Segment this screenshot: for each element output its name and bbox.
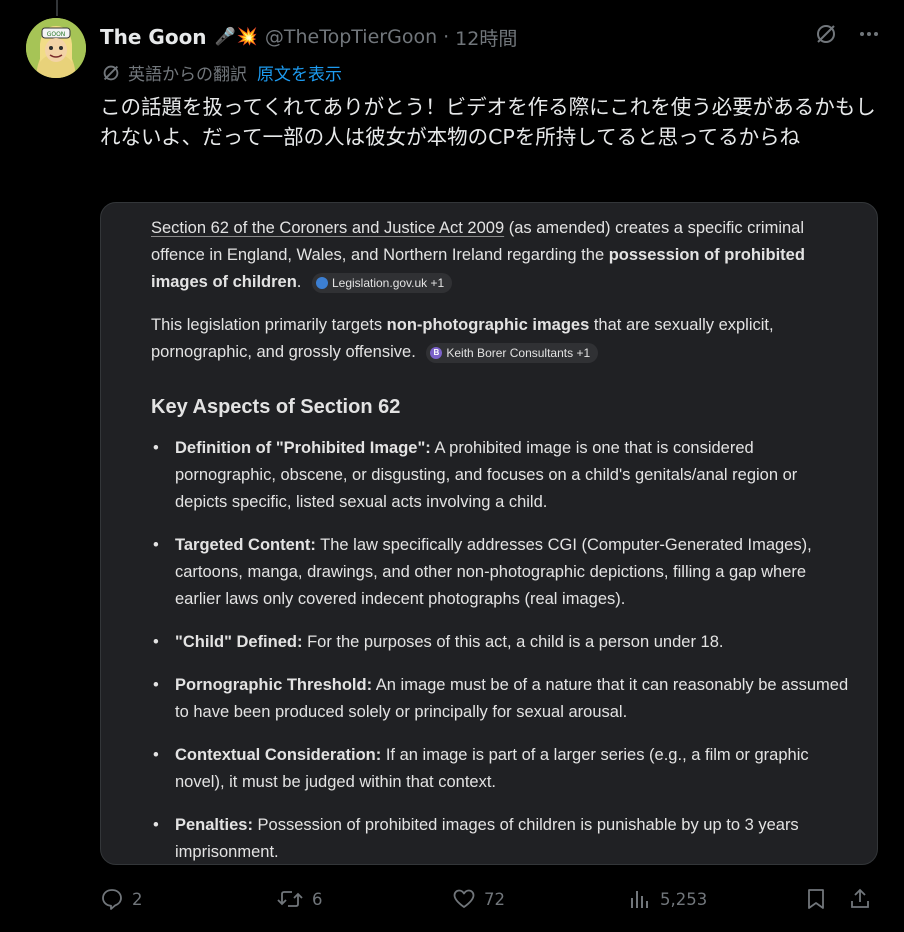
list-item: Contextual Consideration: If an image is…	[153, 742, 851, 796]
list-item-term: Pornographic Threshold:	[175, 676, 373, 694]
grok-icon[interactable]	[814, 22, 838, 46]
card-p1-end: .	[296, 273, 302, 291]
card-heading: Key Aspects of Section 62	[151, 396, 401, 418]
list-item: "Child" Defined: For the purposes of thi…	[153, 629, 851, 656]
like-count: 72	[484, 889, 505, 909]
translation-notice: 英語からの翻訳 原文を表示	[100, 60, 342, 85]
heart-icon	[452, 887, 476, 911]
source-chip: Legislation.gov.uk +1	[311, 272, 453, 293]
list-item: Penalties: Possession of prohibited imag…	[153, 812, 851, 864]
post-action-bar: 2 6 72 5,253	[100, 884, 880, 914]
svg-text:GOON: GOON	[47, 31, 66, 38]
list-item-term: Definition of "Prohibited Image":	[175, 439, 431, 457]
tweet-text: この話題を扱ってくれてありがとう！ビデオを作る際にこれを使う必要があるかもしれな…	[100, 95, 876, 149]
more-options-icon[interactable]	[858, 23, 880, 45]
source-chip-label: Legislation.gov.uk +1	[331, 275, 445, 290]
card-paragraph-1: Section 62 of the Coroners and Justice A…	[151, 215, 851, 296]
key-aspects-list: Definition of "Prohibited Image": A proh…	[151, 435, 851, 864]
post-top-actions	[814, 22, 880, 46]
repost-count: 6	[312, 889, 323, 909]
list-item: Targeted Content: The law specifically a…	[153, 532, 851, 613]
like-button[interactable]: 72	[452, 884, 505, 914]
post-header: The Goon 🎤💥 @TheTopTierGoon · 12時間	[100, 22, 517, 52]
list-item: Definition of "Prohibited Image": A proh…	[153, 435, 851, 516]
source-chip: B Keith Borer Consultants +1	[426, 342, 599, 363]
show-original-link[interactable]: 原文を表示	[257, 60, 342, 85]
translation-label: 英語からの翻訳	[128, 65, 247, 85]
card-p2-bold: non-photographic images	[386, 316, 590, 334]
analytics-icon	[628, 887, 652, 911]
list-item-text: Possession of prohibited images of child…	[175, 816, 799, 861]
repost-button[interactable]: 6	[276, 884, 323, 914]
name-emoji: 🎤💥	[214, 27, 259, 47]
list-item-term: Contextual Consideration:	[175, 746, 382, 764]
reply-count: 2	[132, 889, 143, 909]
bookmark-button[interactable]	[804, 884, 828, 914]
card-paragraph-2: This legislation primarily targets non-p…	[151, 312, 851, 366]
card-p2-text: This legislation primarily targets	[151, 316, 387, 334]
avatar[interactable]: GOON	[26, 18, 86, 78]
bookmark-icon	[804, 887, 828, 911]
act-citation-link: Section 62 of the Coroners and Justice A…	[151, 219, 505, 237]
source-logo-icon: B	[430, 346, 443, 359]
attached-screenshot-card[interactable]: Section 62 of the Coroners and Justice A…	[100, 202, 878, 865]
user-handle[interactable]: @TheTopTierGoon	[265, 26, 437, 48]
list-item-text: For the purposes of this act, a child is…	[302, 633, 724, 651]
display-name[interactable]: The Goon	[100, 25, 207, 49]
reply-icon	[100, 887, 124, 911]
view-count: 5,253	[660, 889, 708, 909]
grok-translate-icon	[100, 62, 122, 84]
globe-icon	[315, 276, 328, 289]
share-icon	[848, 887, 872, 911]
post-timestamp[interactable]: 12時間	[455, 24, 517, 51]
thread-connector-line	[56, 0, 58, 16]
list-item-term: "Child" Defined:	[175, 633, 303, 651]
source-chip-label: Keith Borer Consultants +1	[446, 345, 591, 360]
list-item-term: Penalties:	[175, 816, 253, 834]
avatar-image: GOON	[26, 18, 86, 78]
views-button[interactable]: 5,253	[628, 884, 707, 914]
separator-dot: ·	[443, 26, 450, 48]
repost-icon	[276, 887, 304, 911]
share-button[interactable]	[848, 884, 872, 914]
list-item: Pornographic Threshold: An image must be…	[153, 672, 851, 726]
list-item-term: Targeted Content:	[175, 536, 316, 554]
reply-button[interactable]: 2	[100, 884, 143, 914]
